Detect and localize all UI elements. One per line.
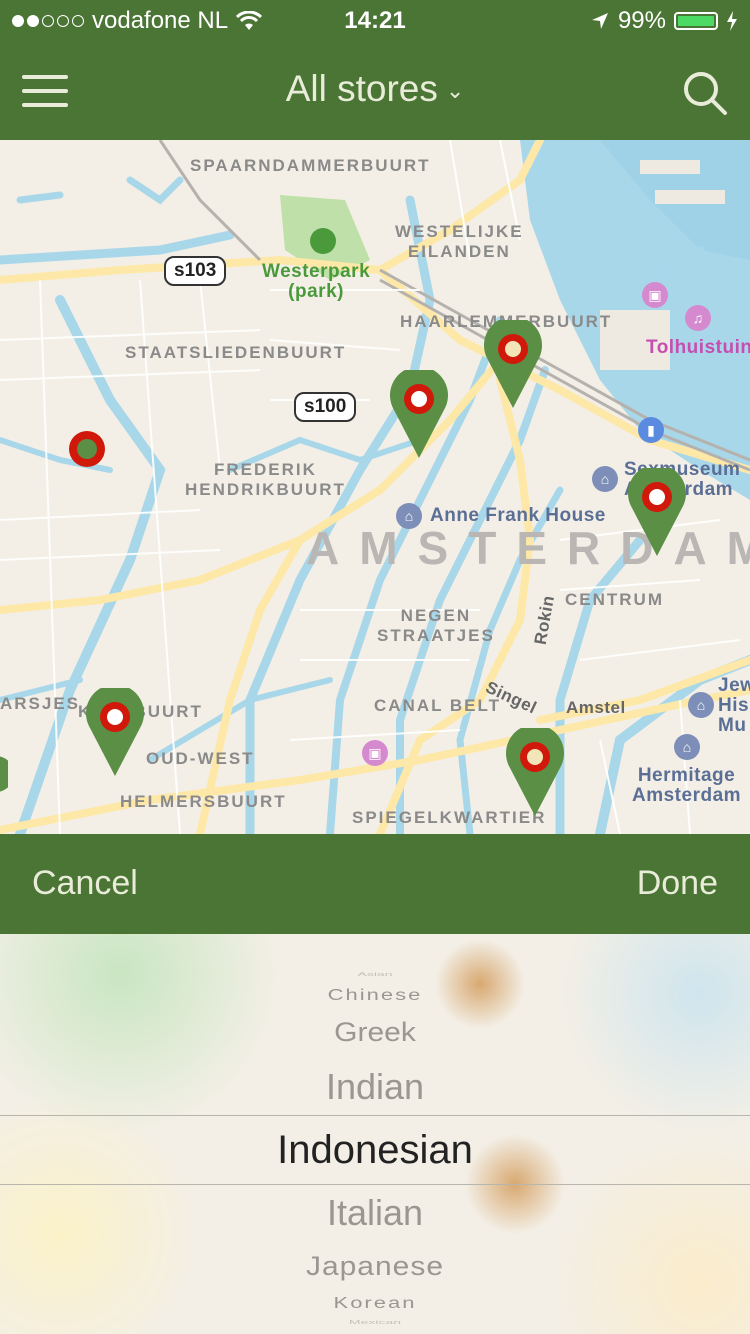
map-label-spaarndammerbuurt: SPAARNDAMMERBUURT — [190, 156, 431, 175]
map-label-centrum: CENTRUM — [565, 590, 664, 609]
store-pin[interactable] — [86, 688, 144, 778]
store-pin[interactable] — [390, 370, 448, 460]
store-pin[interactable] — [484, 320, 542, 410]
picker-option[interactable]: Chinese — [0, 986, 750, 1004]
store-pin[interactable] — [506, 728, 564, 818]
nav-bar: All stores ⌄ — [0, 40, 750, 140]
picker-option[interactable]: Korean — [0, 1294, 750, 1312]
nav-title: All stores — [285, 68, 438, 109]
map-label-helmersbuurt: HELMERSBUURT — [120, 792, 287, 811]
map-label-canal-belt: CANAL BELT — [374, 696, 502, 715]
museum-icon: ⌂ — [592, 466, 618, 492]
map-label-westelijke-eilanden: WESTELIJKE EILANDEN — [395, 222, 524, 261]
cuisine-picker[interactable]: Asian Chinese Greek Indian Indonesian It… — [0, 934, 750, 1334]
cancel-button[interactable]: Cancel — [32, 864, 138, 903]
map-label-hermitage: Hermitage Amsterdam — [632, 765, 742, 806]
map-label-westerpark: Westerpark (park) — [262, 261, 371, 302]
map-label-negen-straatjes: NEGEN STRAATJES — [377, 606, 495, 645]
picker-selection-bottom-line — [0, 1184, 750, 1185]
museum-icon: ⌂ — [688, 692, 714, 718]
picker-toolbar: Cancel Done — [0, 834, 750, 934]
map-label-oud-west: OUD-WEST — [146, 749, 255, 768]
park-icon — [310, 228, 336, 254]
map-label-tolhuistuin: Tolhuistuin — [646, 337, 750, 358]
store-pin[interactable] — [0, 752, 8, 802]
map-label-jewish-museum: Jew His Mu — [718, 675, 750, 736]
chevron-down-icon: ⌄ — [445, 78, 465, 104]
store-filter-dropdown[interactable]: All stores ⌄ — [0, 68, 750, 110]
map-label-arsjes: ARSJES — [0, 694, 81, 713]
map-label-staatsliedenbuurt: STAATSLIEDENBUURT — [125, 343, 347, 362]
current-location-marker[interactable] — [66, 428, 108, 470]
cinema-icon: ▣ — [642, 282, 668, 308]
store-pin[interactable] — [628, 468, 686, 558]
picker-option[interactable]: Mexican — [0, 1319, 750, 1325]
charging-bolt-icon — [727, 11, 737, 31]
location-arrow-icon — [591, 13, 608, 29]
picker-option[interactable]: Italian — [0, 1192, 750, 1234]
done-button[interactable]: Done — [637, 864, 718, 903]
status-bar: vodafone NL 14:21 99% — [0, 0, 750, 40]
cinema-icon: ▣ — [362, 740, 388, 766]
status-right: 99% — [590, 7, 738, 35]
picker-option[interactable]: Japanese — [0, 1252, 750, 1283]
map-label-amstel: Amstel — [566, 698, 626, 717]
search-icon[interactable] — [682, 70, 728, 116]
road-shield-s103: s103 — [164, 256, 227, 286]
picker-selection-top-line — [0, 1115, 750, 1116]
museum-icon: ⌂ — [674, 734, 700, 760]
train-station-icon: ▮ — [638, 417, 664, 443]
battery-percent: 99% — [617, 7, 666, 34]
picker-option[interactable]: Asian — [0, 971, 750, 977]
map-label-frederik-hendrikbuurt: FREDERIK HENDRIKBUURT — [185, 460, 346, 499]
picker-option-selected[interactable]: Indonesian — [0, 1128, 750, 1173]
picker-option[interactable]: Indian — [0, 1066, 750, 1108]
battery-icon — [674, 12, 718, 30]
picker-option[interactable]: Greek — [0, 1018, 750, 1049]
road-shield-s100: s100 — [294, 392, 357, 422]
map-view[interactable]: SPAARNDAMMERBUURT WESTELIJKE EILANDEN We… — [0, 140, 750, 834]
music-venue-icon: ♫ — [685, 305, 711, 331]
